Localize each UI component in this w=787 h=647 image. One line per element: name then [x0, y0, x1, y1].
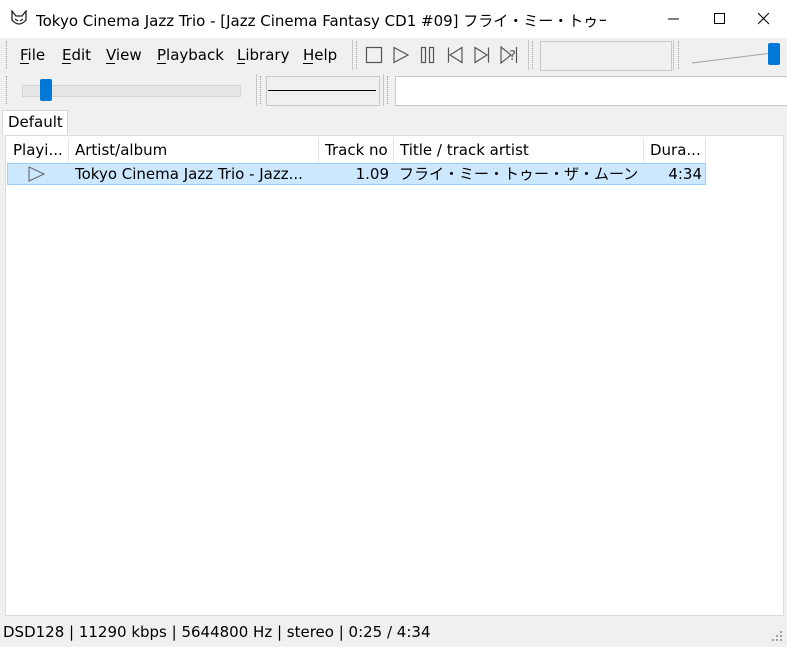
previous-button[interactable]: [445, 45, 465, 65]
toolbar-grip[interactable]: [387, 76, 390, 104]
column-header-playing[interactable]: Playi...: [7, 138, 69, 162]
menu-view[interactable]: View: [106, 46, 142, 64]
menu-playback[interactable]: Playback: [157, 46, 224, 64]
toolbar-grip[interactable]: [678, 41, 681, 69]
menu-help[interactable]: Help: [303, 46, 337, 64]
visualization-panel: [540, 41, 672, 71]
resize-grip-icon[interactable]: [772, 631, 784, 647]
toolbar-grip[interactable]: [260, 76, 263, 104]
spectrum-line: [268, 90, 376, 91]
toolbar-separator: [256, 74, 257, 106]
window-title: Tokyo Cinema Jazz Trio - [Jazz Cinema Fa…: [36, 12, 606, 30]
column-header-duration[interactable]: Dura...: [644, 138, 706, 162]
toolbar-separator: [528, 40, 529, 70]
mnemonic-underline: [20, 63, 29, 64]
play-indicator-icon: [28, 166, 46, 186]
minimize-button[interactable]: [651, 0, 697, 38]
tab-label: Default: [8, 113, 63, 131]
mnemonic-underline: [303, 63, 313, 64]
menubar-grip[interactable]: [6, 41, 9, 69]
seekbar-grip[interactable]: [6, 76, 9, 104]
status-text: DSD128 | 11290 kbps | 5644800 Hz | stere…: [3, 623, 431, 641]
column-header-track-no[interactable]: Track no: [319, 138, 394, 162]
cell-title: フライ・ミー・トゥー・ザ・ムーン: [399, 165, 639, 183]
random-button[interactable]: ?: [499, 45, 519, 65]
seekbar[interactable]: [22, 85, 241, 97]
stop-icon: [365, 46, 383, 64]
next-button[interactable]: [472, 45, 492, 65]
mnemonic-underline: [157, 63, 166, 64]
play-button[interactable]: [391, 45, 411, 65]
menu-edit[interactable]: Edit: [62, 46, 91, 64]
menu-library[interactable]: Library: [237, 46, 289, 64]
toolbar-separator: [383, 74, 384, 106]
mnemonic-underline: [62, 63, 71, 64]
toolbar-separator: [352, 40, 353, 70]
volume-track-icon: [691, 52, 773, 64]
pause-icon: [420, 46, 435, 64]
mnemonic-underline: [106, 63, 115, 64]
pause-button[interactable]: [418, 45, 438, 65]
toolbar-separator: [673, 40, 674, 70]
search-box[interactable]: [395, 76, 787, 106]
column-header-artist-album[interactable]: Artist/album: [69, 138, 319, 162]
stop-button[interactable]: [364, 45, 384, 65]
menu-file[interactable]: File: [20, 46, 45, 64]
playlist-view[interactable]: [5, 135, 784, 616]
seekbar-thumb[interactable]: [40, 79, 53, 101]
play-icon: [393, 46, 410, 64]
app-logo-icon: [10, 9, 28, 28]
minimize-icon: [668, 18, 679, 20]
next-icon: [474, 46, 490, 64]
cell-artist-album: Tokyo Cinema Jazz Trio - Jazz...: [75, 165, 303, 183]
close-icon: [758, 13, 770, 25]
volume-thumb[interactable]: [768, 43, 780, 65]
previous-icon: [447, 46, 463, 64]
toolbar-grip[interactable]: [356, 41, 359, 69]
volume-slider[interactable]: [690, 44, 780, 68]
spectrum-panel: [266, 76, 380, 106]
cell-track-no: 1.09: [355, 165, 389, 183]
column-header-title[interactable]: Title / track artist: [394, 138, 644, 162]
svg-text:?: ?: [509, 49, 516, 64]
close-button[interactable]: [741, 0, 787, 38]
maximize-button[interactable]: [697, 0, 743, 38]
toolbar-grip[interactable]: [532, 41, 535, 69]
maximize-icon: [714, 13, 725, 24]
random-icon: ?: [500, 45, 518, 65]
mnemonic-underline: [237, 63, 245, 64]
cell-duration: 4:34: [668, 165, 702, 183]
